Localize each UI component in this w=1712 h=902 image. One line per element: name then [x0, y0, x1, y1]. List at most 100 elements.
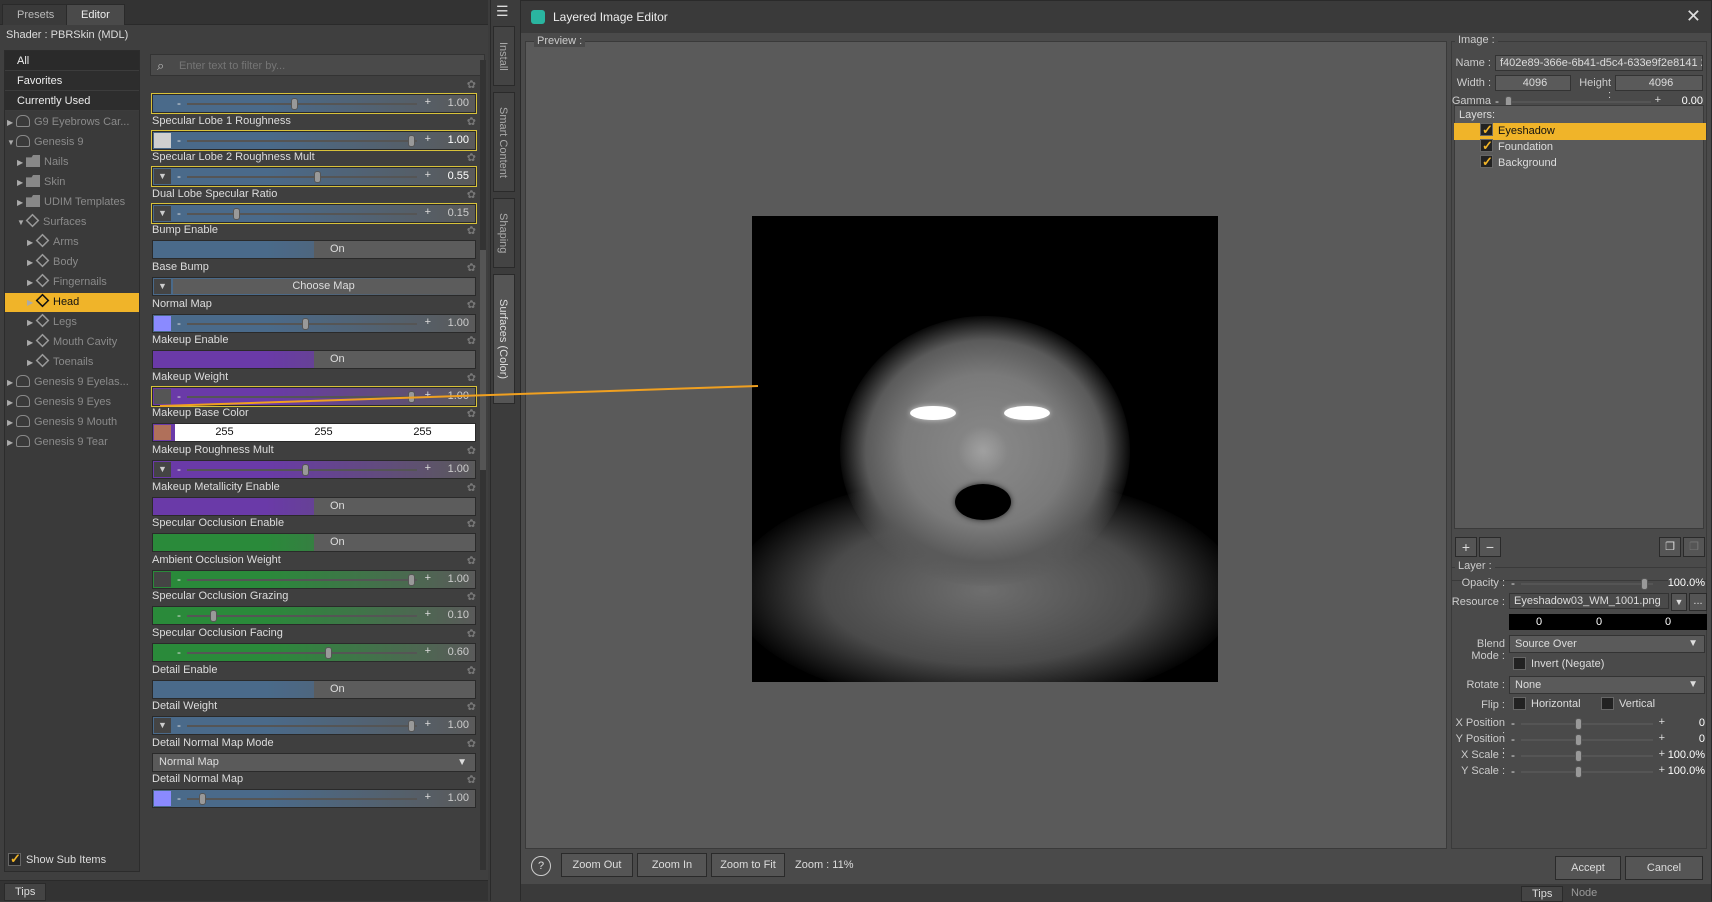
- gear-icon[interactable]: ✿: [467, 371, 476, 384]
- tree-item-genesis-9-eyelas[interactable]: ▶ Genesis 9 Eyelas...: [7, 373, 129, 392]
- accept-button[interactable]: Accept: [1555, 856, 1621, 880]
- property-control[interactable]: Normal Map ▼: [152, 752, 476, 772]
- plus-icon[interactable]: +: [425, 316, 431, 328]
- bottom-node-tab[interactable]: Node: [1561, 886, 1607, 900]
- property-control[interactable]: - +1.00: [152, 789, 476, 809]
- map-swatch[interactable]: [154, 791, 171, 807]
- slider-knob[interactable]: [290, 98, 298, 110]
- gear-icon[interactable]: ✿: [467, 78, 476, 91]
- gear-icon[interactable]: ✿: [467, 407, 476, 420]
- bottom-tips-tab[interactable]: Tips: [1521, 886, 1564, 902]
- chevron-down-icon[interactable]: ▼: [154, 279, 171, 294]
- property-control[interactable]: ▼ - +0.55: [151, 166, 477, 188]
- minus-icon[interactable]: -: [177, 316, 181, 330]
- property-control[interactable]: - +1.00: [151, 385, 477, 407]
- plus-icon[interactable]: +: [425, 791, 431, 803]
- expand-arrow-icon[interactable]: ▶: [27, 313, 36, 332]
- toggle-value[interactable]: On: [314, 534, 475, 552]
- blend-mode-select[interactable]: Source Over ▼: [1509, 635, 1705, 653]
- tree-item-genesis-9-eyes[interactable]: ▶ Genesis 9 Eyes: [7, 393, 111, 412]
- gear-icon[interactable]: ✿: [467, 590, 476, 603]
- expand-arrow-icon[interactable]: ▶: [7, 413, 16, 432]
- property-control[interactable]: On: [152, 350, 476, 370]
- toggle-value[interactable]: On: [314, 497, 475, 515]
- slider-knob[interactable]: [313, 171, 321, 184]
- choose-map-button[interactable]: Choose Map: [173, 279, 474, 294]
- chevron-down-icon[interactable]: ▼: [154, 718, 171, 734]
- minus-icon[interactable]: -: [177, 96, 181, 110]
- property-control[interactable]: ▼ - +1.00: [152, 716, 476, 736]
- minus-icon[interactable]: -: [177, 572, 181, 586]
- gear-icon[interactable]: ✿: [467, 737, 476, 750]
- name-field[interactable]: f402e89-366e-6b41-d5c4-633e9f2e8141 2: [1495, 55, 1703, 71]
- expand-arrow-icon[interactable]: ▶: [27, 273, 36, 292]
- tree-item-genesis-9-mouth[interactable]: ▶ Genesis 9 Mouth: [7, 413, 117, 432]
- property-control[interactable]: 255 255 255: [152, 423, 476, 443]
- map-swatch[interactable]: [154, 425, 171, 441]
- tab-editor[interactable]: Editor: [66, 4, 125, 25]
- slider-knob[interactable]: [210, 610, 217, 623]
- plus-icon[interactable]: +: [425, 96, 431, 108]
- duplicate-layer-icon[interactable]: ❐: [1659, 537, 1681, 557]
- property-control[interactable]: - +1.00: [152, 569, 476, 589]
- tree-item-toenails[interactable]: ▶ Toenails: [27, 353, 93, 372]
- expand-arrow-icon[interactable]: ▶: [17, 173, 26, 192]
- tree-item-surfaces[interactable]: ▼ Surfaces: [17, 213, 86, 232]
- expand-arrow-icon[interactable]: ▶: [27, 333, 36, 352]
- expand-arrow-icon[interactable]: ▶: [7, 433, 16, 452]
- expand-arrow-icon[interactable]: ▶: [7, 113, 16, 132]
- minus-icon[interactable]: -: [177, 645, 181, 659]
- collapse-arrow-icon[interactable]: ▼: [7, 133, 16, 152]
- property-control[interactable]: - +0.60: [152, 643, 476, 662]
- cancel-button[interactable]: Cancel: [1625, 856, 1703, 880]
- property-control[interactable]: On: [152, 496, 476, 516]
- invert-option[interactable]: Invert (Negate): [1513, 657, 1604, 670]
- add-layer-button[interactable]: +: [1455, 537, 1477, 557]
- tree-item-fingernails[interactable]: ▶ Fingernails: [27, 273, 107, 292]
- rotate-select[interactable]: None ▼: [1509, 676, 1705, 694]
- property-control[interactable]: - +1.00: [152, 313, 476, 333]
- color-g[interactable]: 255: [274, 424, 373, 441]
- flip-vertical[interactable]: Vertical: [1601, 697, 1655, 710]
- expand-arrow-icon[interactable]: ▶: [27, 253, 36, 272]
- slider-knob[interactable]: [302, 464, 309, 476]
- y-position-slider[interactable]: - +0: [1509, 731, 1707, 747]
- slider-knob[interactable]: [198, 793, 206, 806]
- category-currently-used[interactable]: Currently Used: [5, 91, 139, 111]
- tree-item-skin[interactable]: ▶ Skin: [17, 173, 65, 192]
- category-all[interactable]: All: [5, 51, 139, 71]
- plus-icon[interactable]: +: [425, 169, 431, 181]
- expand-arrow-icon[interactable]: ▶: [7, 373, 16, 392]
- color-b[interactable]: 255: [373, 424, 472, 441]
- plus-icon[interactable]: +: [425, 462, 431, 474]
- plus-icon[interactable]: +: [425, 608, 431, 620]
- plus-icon[interactable]: +: [425, 718, 431, 730]
- expand-arrow-icon[interactable]: ▶: [17, 193, 26, 212]
- property-control[interactable]: - +0.10: [152, 606, 476, 626]
- opacity-slider[interactable]: -100.0%: [1509, 575, 1707, 591]
- zoom-to-fit-button[interactable]: Zoom to Fit: [711, 853, 785, 877]
- tab-presets[interactable]: Presets: [2, 4, 70, 25]
- minus-icon[interactable]: -: [177, 206, 181, 220]
- expand-arrow-icon[interactable]: ▶: [27, 233, 36, 252]
- x-position-slider[interactable]: - +0: [1509, 715, 1707, 731]
- close-icon[interactable]: ✕: [1686, 6, 1701, 27]
- slider-knob[interactable]: [407, 720, 415, 733]
- minus-icon[interactable]: -: [177, 462, 181, 476]
- expand-arrow-icon[interactable]: ▶: [27, 353, 36, 372]
- gear-icon[interactable]: ✿: [467, 773, 476, 786]
- slider-knob[interactable]: [407, 390, 415, 403]
- property-control[interactable]: On: [152, 679, 476, 699]
- tree-item-g9-eyebrows-car[interactable]: ▶ G9 Eyebrows Car...: [7, 113, 129, 132]
- mode-select[interactable]: Normal Map ▼: [153, 753, 475, 771]
- expand-arrow-icon[interactable]: ▶: [27, 293, 36, 312]
- map-swatch[interactable]: [154, 132, 171, 148]
- plus-icon[interactable]: +: [425, 206, 431, 218]
- minus-icon[interactable]: -: [177, 389, 181, 403]
- gear-icon[interactable]: ✿: [467, 444, 476, 457]
- show-sub-items[interactable]: Show Sub Items: [8, 851, 106, 867]
- flip-horizontal-checkbox[interactable]: [1513, 697, 1526, 710]
- category-favorites[interactable]: Favorites: [5, 71, 139, 91]
- layer-visible-checkbox[interactable]: [1480, 137, 1493, 154]
- map-swatch[interactable]: [154, 388, 171, 404]
